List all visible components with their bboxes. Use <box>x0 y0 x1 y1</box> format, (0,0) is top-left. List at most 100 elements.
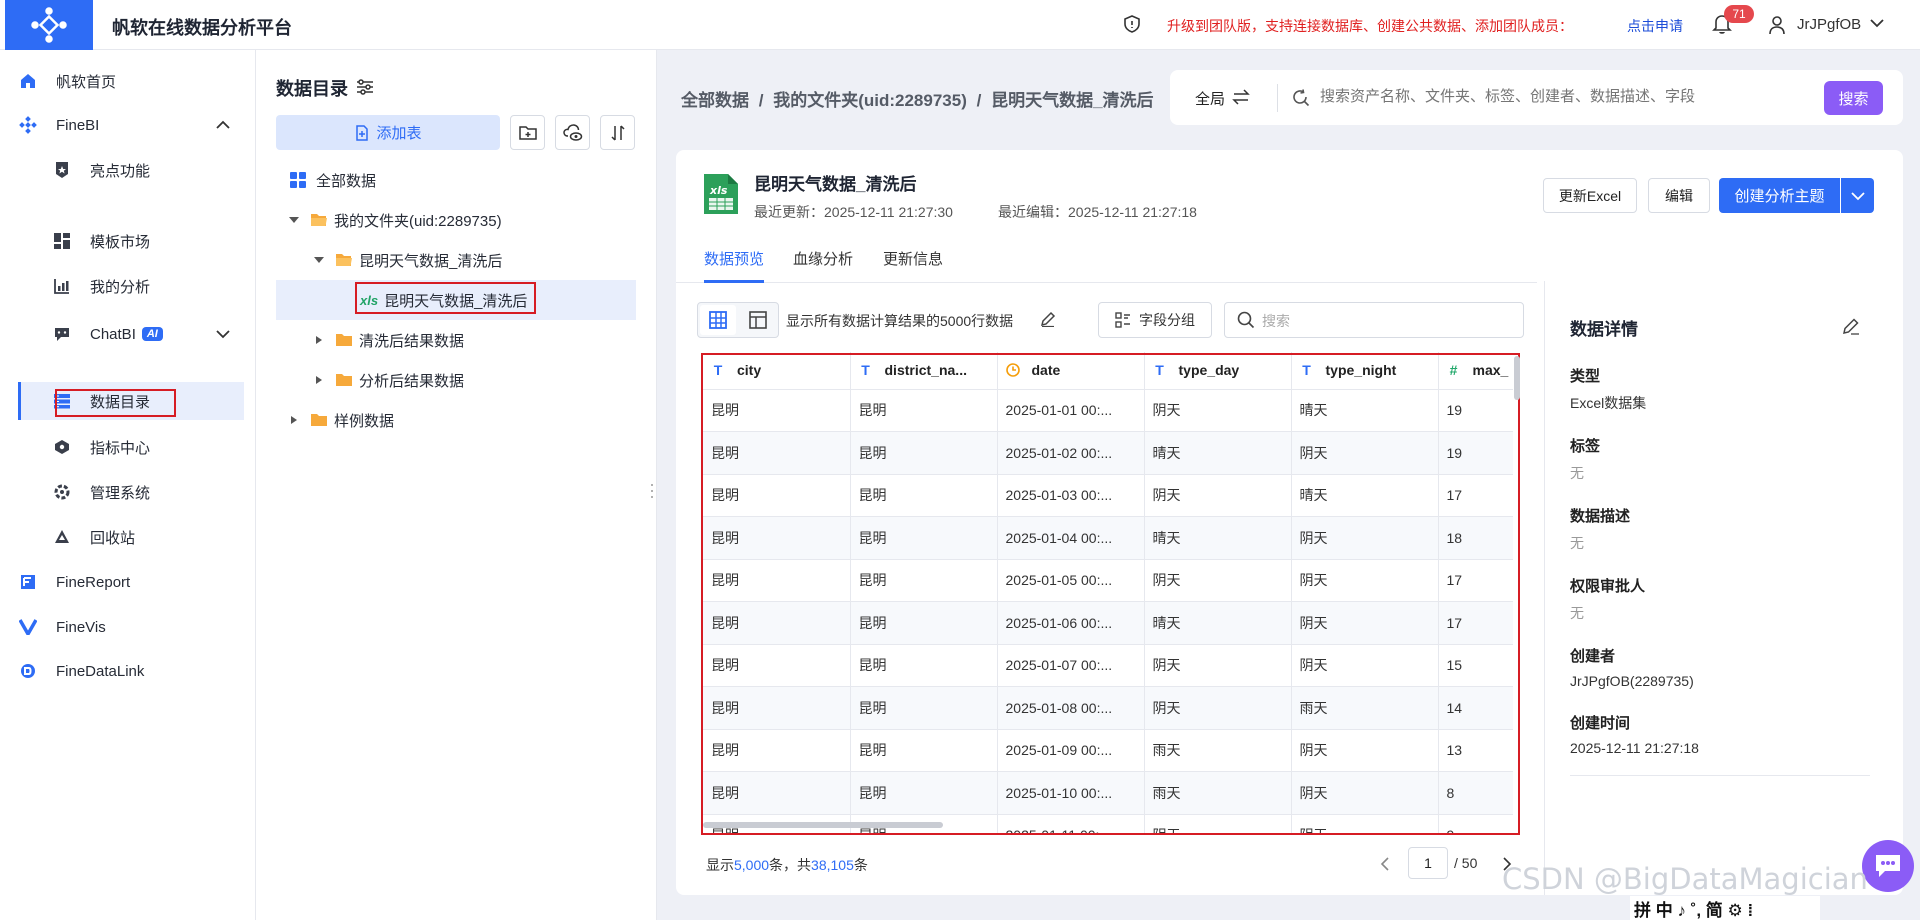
tree-item-analysis-results[interactable]: 分析后结果数据 <box>313 360 464 400</box>
nav-item-metrics[interactable]: 指标中心 <box>52 428 244 466</box>
detail-value-tags: 无 <box>1570 465 1584 481</box>
breadcrumb-item[interactable]: 全部数据 <box>681 91 749 110</box>
add-table-label: 添加表 <box>376 125 422 142</box>
tree-item-cleaned-results[interactable]: 清洗后结果数据 <box>313 320 464 360</box>
filter-settings-icon[interactable] <box>356 79 374 95</box>
global-search-input[interactable] <box>1320 88 1810 105</box>
count-suffix: 条 <box>853 857 868 873</box>
nav-item-chatbi[interactable]: ChatBI AI <box>52 315 244 353</box>
last-edited: 最近编辑：2025-12-11 21:27:18 <box>998 204 1197 220</box>
chat-assistant-button[interactable] <box>1862 840 1914 892</box>
nav-label: 指标中心 <box>90 439 151 457</box>
metric-icon <box>52 437 72 457</box>
layout-view-button[interactable] <box>740 305 776 335</box>
nav-label: 管理系统 <box>90 484 151 502</box>
nav-item-finereport[interactable]: FineReport <box>18 563 244 601</box>
ai-tag: AI <box>141 327 163 341</box>
nav-item-highlights[interactable]: 亮点功能 <box>52 151 244 189</box>
nav-item-my-analysis[interactable]: 我的分析 <box>52 267 244 305</box>
edit-button[interactable]: 编辑 <box>1648 178 1710 213</box>
field-group-button[interactable]: 字段分组 <box>1098 302 1212 338</box>
tab-lineage[interactable]: 血缘分析 <box>793 248 853 269</box>
prev-page-icon[interactable] <box>1380 857 1390 871</box>
folder-open-icon <box>311 214 327 226</box>
new-folder-button[interactable] <box>510 115 545 150</box>
tree-item-my-folder[interactable]: 我的文件夹(uid:2289735) <box>288 200 502 240</box>
nav-label: 亮点功能 <box>90 162 151 180</box>
tab-data-preview[interactable]: 数据预览 <box>704 248 764 269</box>
apply-link[interactable]: 点击申请 <box>1627 16 1683 36</box>
add-table-button[interactable]: 添加表 <box>276 115 500 150</box>
username[interactable]: JrJPgfOB <box>1797 16 1861 33</box>
user-icon[interactable] <box>1768 15 1786 35</box>
horizontal-scrollbar[interactable] <box>703 822 943 828</box>
swap-icon[interactable] <box>1232 89 1250 105</box>
sort-button[interactable] <box>600 115 635 150</box>
caret-right-icon[interactable] <box>313 375 325 385</box>
recycle-icon <box>52 527 72 547</box>
nav-item-finevis[interactable]: FineVis <box>18 608 244 646</box>
detail-value-creator: JrJPgfOB(2289735) <box>1570 673 1694 689</box>
breadcrumb-separator: / <box>758 91 764 110</box>
svg-text:xls: xls <box>709 184 728 197</box>
tab-underline <box>704 280 764 283</box>
breadcrumb-item: 昆明天气数据_清洗后 <box>991 91 1154 110</box>
folder-icon <box>336 334 352 346</box>
tree-item-all-data[interactable]: 全部数据 <box>290 160 376 200</box>
update-excel-button[interactable]: 更新Excel <box>1543 178 1637 213</box>
ime-toolbar[interactable]: 拼 中 ♪ ˚, 简 ⚙ ⁞ <box>1630 896 1820 920</box>
nav-label: ChatBI <box>90 325 136 343</box>
tree-label: 昆明天气数据_清洗后 <box>359 252 503 270</box>
nav-item-management[interactable]: 管理系统 <box>52 473 244 511</box>
edit-pen-icon[interactable] <box>1040 311 1056 327</box>
catalog-title-text: 数据目录 <box>276 79 348 99</box>
create-analysis-button[interactable]: 创建分析主题 <box>1719 178 1840 213</box>
tree-item-kunming-folder[interactable]: 昆明天气数据_清洗后 <box>313 240 502 280</box>
caret-down-icon[interactable] <box>288 215 300 225</box>
shown-count: 5,000 <box>734 857 770 873</box>
edit-pen-icon[interactable] <box>1842 317 1860 335</box>
tree-item-sample-data[interactable]: 样例数据 <box>288 400 394 440</box>
nav-item-recycle[interactable]: 回收站 <box>52 518 244 556</box>
manage-icon <box>52 482 72 502</box>
search-refresh-icon <box>1292 89 1310 107</box>
breadcrumb-item[interactable]: 我的文件夹(uid:2289735) <box>773 91 967 110</box>
shield-info-icon[interactable] <box>1123 15 1141 33</box>
tree-label: 样例数据 <box>334 412 395 430</box>
tab-update-info[interactable]: 更新信息 <box>883 248 943 269</box>
detail-value-created-time: 2025-12-11 21:27:18 <box>1570 740 1699 756</box>
chevron-down-icon[interactable] <box>216 329 230 339</box>
search-scope[interactable]: 全局 <box>1195 88 1225 109</box>
cloud-view-button[interactable] <box>555 115 590 150</box>
detail-value-approver: 无 <box>1570 605 1584 621</box>
nav-item-finedatalink[interactable]: FineDataLink <box>18 652 244 690</box>
chevron-down-icon <box>1850 191 1865 200</box>
field-group-label: 字段分组 <box>1139 312 1195 328</box>
nav-item-finebi[interactable]: FineBI <box>18 106 244 144</box>
tree-label: 分析后结果数据 <box>359 372 465 390</box>
count-mid: 条，共 <box>769 857 812 873</box>
nav-item-templates[interactable]: 模板市场 <box>52 222 244 260</box>
tree-label: 我的文件夹(uid:2289735) <box>334 212 502 230</box>
catalog-title: 数据目录 <box>276 75 348 101</box>
folder-icon <box>311 414 327 426</box>
caret-down-icon[interactable] <box>313 255 325 265</box>
chevron-up-icon[interactable] <box>216 120 230 130</box>
caret-right-icon[interactable] <box>288 415 300 425</box>
nav-item-home[interactable]: 帆软首页 <box>18 62 244 100</box>
create-analysis-dropdown[interactable] <box>1841 178 1874 213</box>
logo-icon <box>31 7 67 43</box>
vertical-scrollbar[interactable] <box>1514 356 1520 400</box>
panel-splitter[interactable] <box>650 482 654 500</box>
grid-view-button[interactable] <box>700 305 736 335</box>
field-group-icon <box>1115 312 1130 328</box>
caret-right-icon[interactable] <box>313 335 325 345</box>
breadcrumb-separator: / <box>976 91 982 110</box>
page-input[interactable]: 1 <box>1408 847 1448 879</box>
detail-label-creator: 创建者 <box>1570 648 1616 665</box>
app-logo[interactable] <box>5 0 93 50</box>
nav-label: FineReport <box>56 573 131 591</box>
search-button[interactable]: 搜索 <box>1824 81 1883 115</box>
chevron-down-icon[interactable] <box>1870 18 1884 28</box>
annotation-box-nav <box>55 389 176 417</box>
